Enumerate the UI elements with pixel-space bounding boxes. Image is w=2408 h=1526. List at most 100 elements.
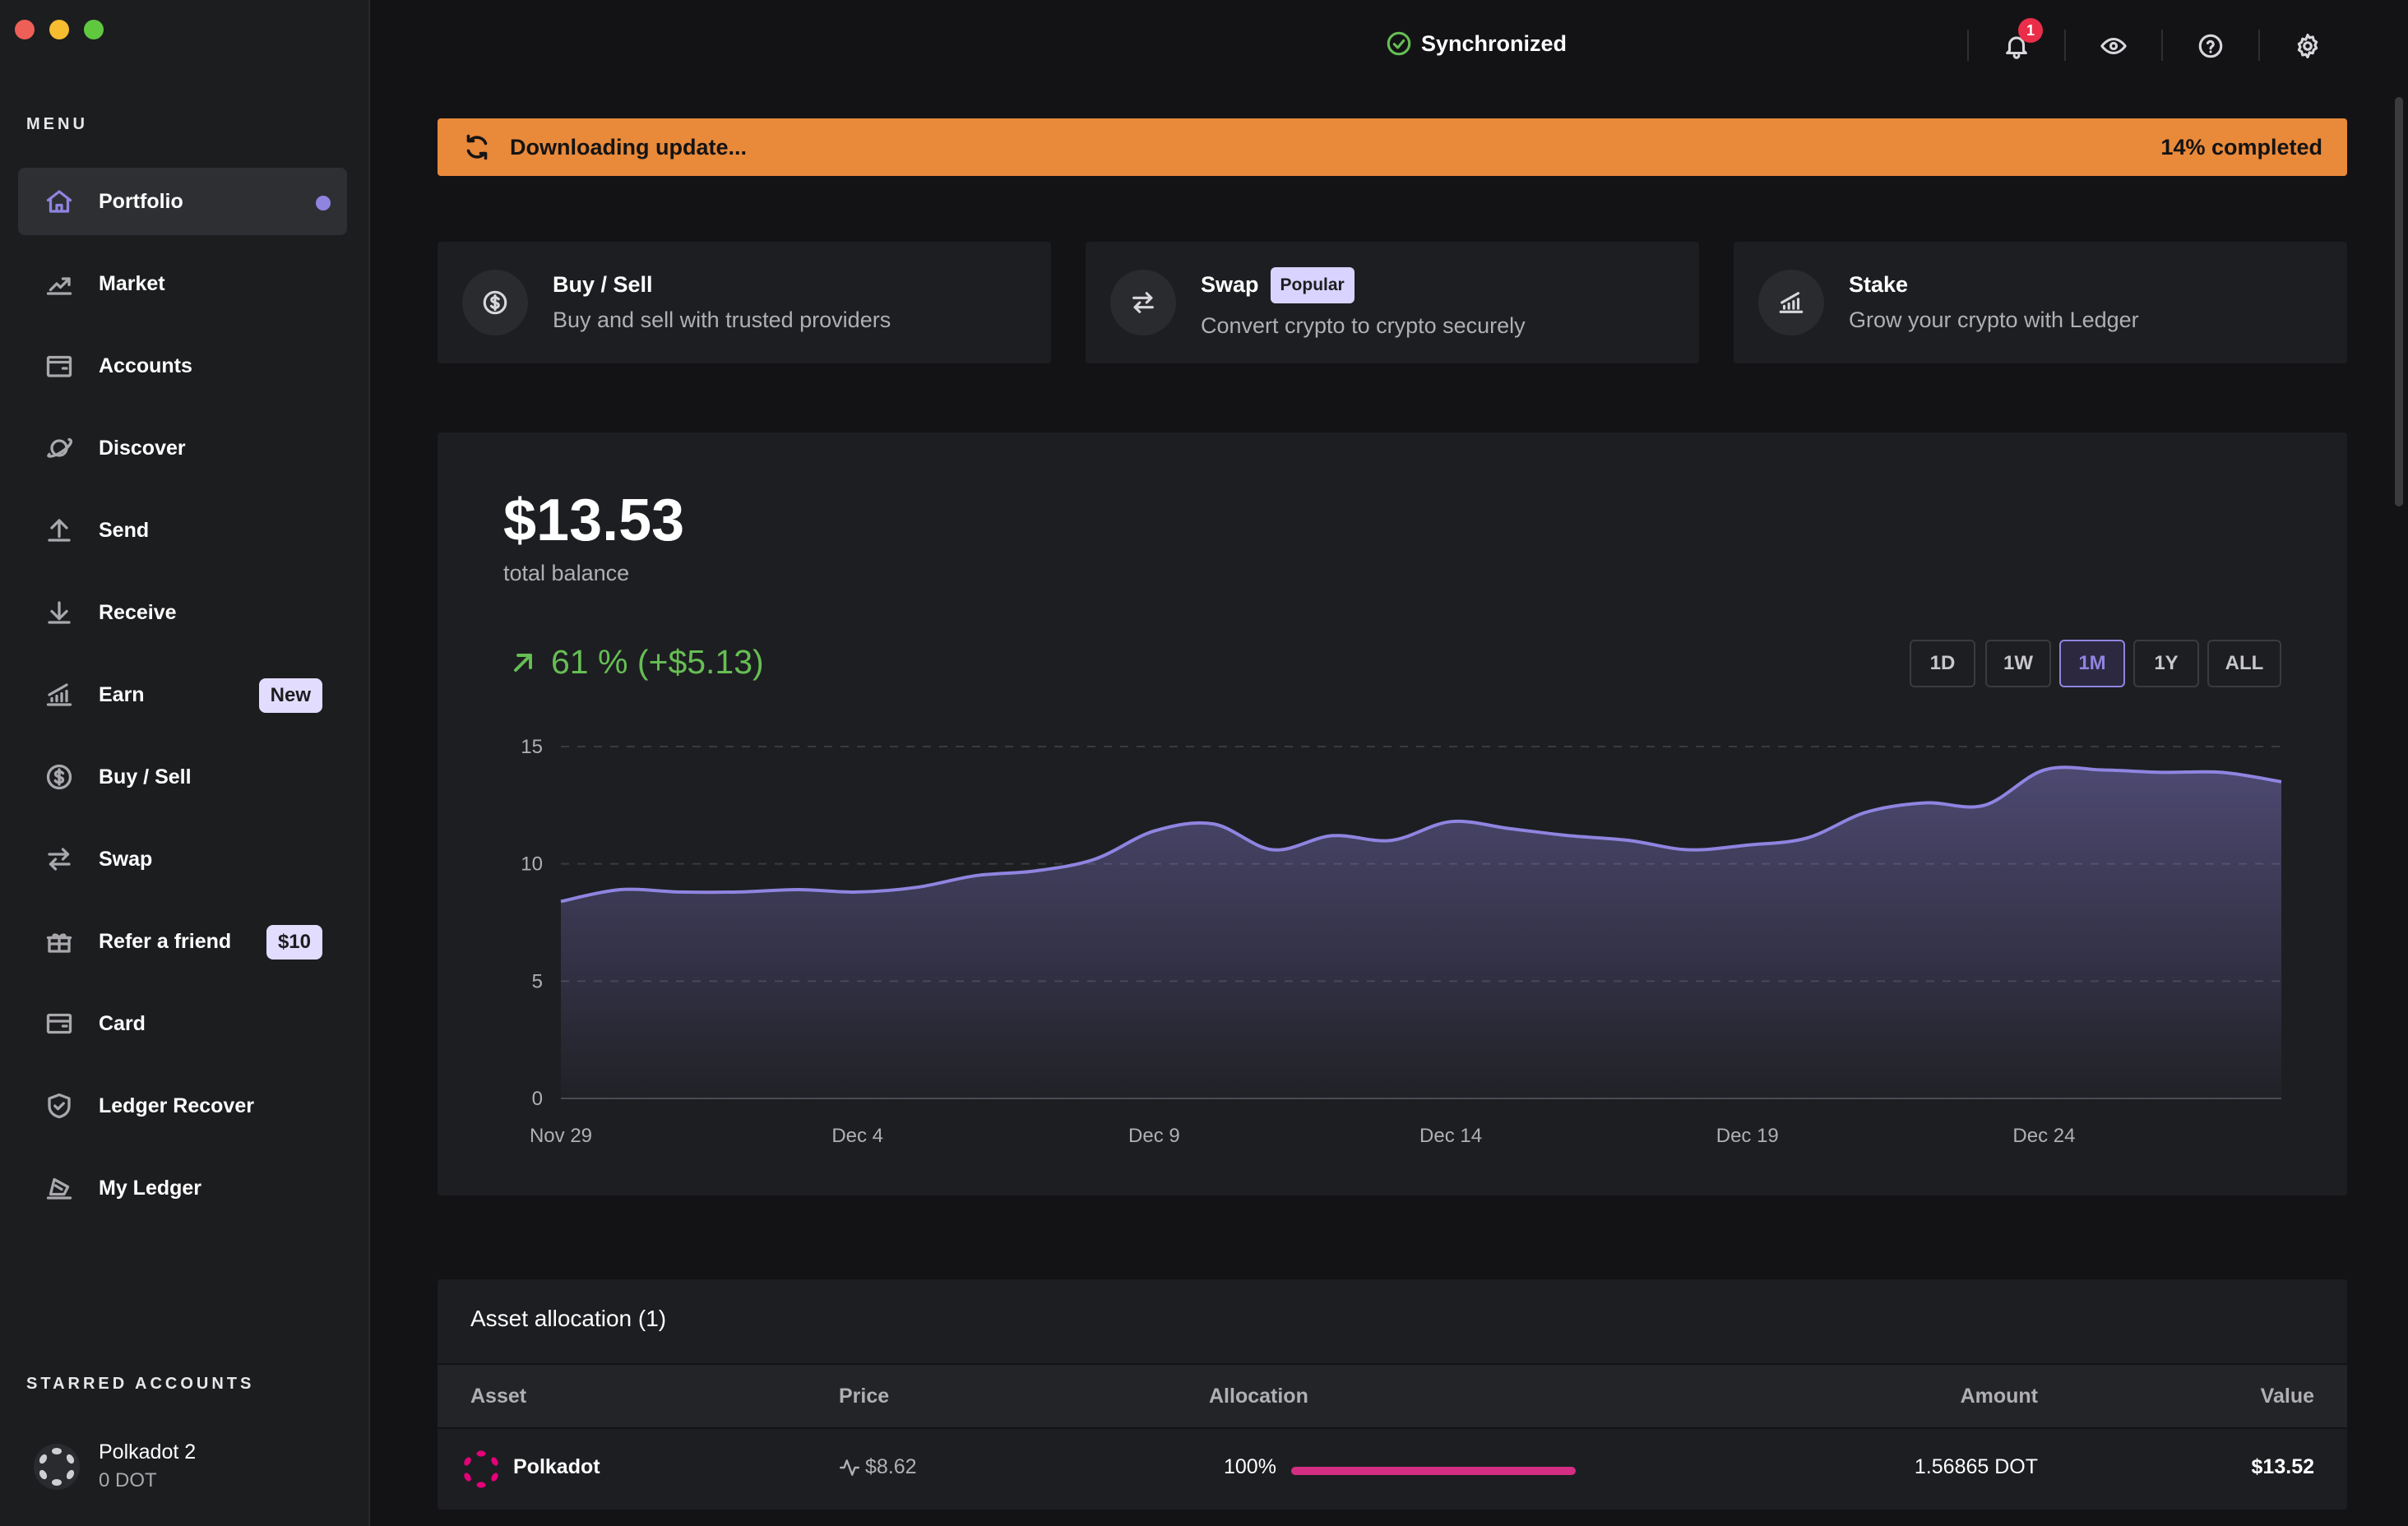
asset-name: Polkadot [513, 1455, 600, 1478]
data-point[interactable] [1802, 833, 1812, 843]
data-point[interactable] [1149, 826, 1159, 836]
data-point[interactable] [615, 885, 625, 895]
column-header-allocation[interactable]: Allocation [1209, 1385, 1308, 1408]
maximize-window-button[interactable] [84, 20, 104, 39]
data-point[interactable] [1268, 845, 1278, 855]
data-point[interactable] [1564, 830, 1574, 840]
data-point[interactable] [1683, 845, 1693, 855]
help-circle-icon [2198, 34, 2223, 58]
sidebar-item-accounts[interactable]: Accounts [18, 332, 347, 400]
column-header-price[interactable]: Price [839, 1385, 889, 1408]
data-point[interactable] [2039, 765, 2049, 775]
data-point[interactable] [971, 871, 981, 881]
sidebar-item-send[interactable]: Send [18, 497, 347, 564]
y-tick-label: 0 [532, 1088, 543, 1110]
table-row[interactable]: Polkadot $8.62 100% 1.56865 DOT $13.52 [438, 1429, 2347, 1510]
data-point[interactable] [1387, 835, 1396, 845]
data-point[interactable] [1623, 835, 1633, 845]
sidebar-item-market[interactable]: Market [18, 250, 347, 317]
sync-status[interactable]: Synchronized [1385, 30, 1567, 58]
wallet-icon [43, 349, 76, 382]
settings-button[interactable] [2291, 30, 2324, 62]
sidebar-item-portfolio[interactable]: Portfolio [18, 168, 347, 235]
sidebar-item-card[interactable]: Card [18, 990, 347, 1057]
data-point[interactable] [674, 887, 684, 897]
upload-icon [43, 514, 76, 547]
swap-icon [1110, 270, 1176, 335]
starred-account-item[interactable]: Polkadot 2 0 DOT [33, 1440, 196, 1492]
sidebar-item-earn[interactable]: Earn New [18, 661, 347, 728]
card-title: Swap [1201, 272, 1259, 297]
sidebar-item-label: Buy / Sell [99, 765, 192, 788]
data-point[interactable] [853, 887, 863, 897]
asset-allocation-percent: 100% [1224, 1455, 1276, 1478]
column-header-amount[interactable]: Amount [1961, 1385, 2038, 1408]
x-tick-label: Dec 19 [1716, 1125, 1779, 1147]
data-point[interactable] [1861, 807, 1871, 817]
sidebar-item-ledger-recover[interactable]: Ledger Recover [18, 1072, 347, 1140]
sidebar-item-label: Refer a friend [99, 929, 232, 953]
planet-icon [43, 432, 76, 465]
help-button[interactable] [2194, 30, 2227, 62]
window-controls [15, 20, 104, 39]
column-header-value[interactable]: Value [2261, 1385, 2314, 1408]
eye-icon [2100, 37, 2127, 55]
topbar-divider [1967, 30, 1969, 61]
sidebar-item-label: Portfolio [99, 189, 183, 213]
data-point[interactable] [1505, 824, 1515, 834]
data-point[interactable] [734, 887, 743, 897]
card-subtitle: Grow your crypto with Ledger [1849, 308, 2139, 332]
data-point[interactable] [2217, 767, 2227, 777]
x-tick-label: Nov 29 [530, 1125, 592, 1147]
swap-card[interactable]: Swap Popular Convert crypto to crypto sec… [1086, 242, 1699, 363]
referral-reward-badge: $10 [266, 925, 322, 960]
data-point[interactable] [1327, 830, 1337, 840]
ledger-device-icon [43, 1172, 76, 1205]
buy-sell-card[interactable]: Buy / Sell Buy and sell with trusted pro… [438, 242, 1051, 363]
refresh-icon [466, 134, 488, 160]
data-point[interactable] [1209, 819, 1219, 829]
sidebar-item-discover[interactable]: Discover [18, 414, 347, 482]
update-message: Downloading update... [510, 134, 747, 160]
sidebar-item-buy-sell[interactable]: Buy / Sell [18, 743, 347, 811]
chart-up-icon [43, 267, 76, 300]
balance-chart: 0 5 10 15 Nov 29 Dec 4 Dec 9 Dec 14 Dec 19 Dec 2… [521, 736, 2286, 1147]
notification-count-badge: 1 [2018, 18, 2043, 43]
y-tick-label: 5 [532, 970, 543, 992]
popular-badge: Popular [1270, 266, 1354, 303]
data-point[interactable] [2099, 765, 2109, 775]
polkadot-icon [464, 1450, 498, 1488]
main-scrollbar[interactable] [2395, 97, 2403, 506]
toggle-amounts-visibility-button[interactable] [2097, 30, 2130, 62]
close-window-button[interactable] [15, 20, 35, 39]
sidebar-item-label: Receive [99, 600, 177, 624]
sidebar-item-refer-a-friend[interactable]: Refer a friend $10 [18, 908, 347, 975]
stake-card[interactable]: Stake Grow your crypto with Ledger [1734, 242, 2347, 363]
data-point[interactable] [1030, 866, 1040, 876]
data-point[interactable] [1446, 816, 1456, 826]
data-point[interactable] [556, 896, 566, 906]
x-tick-label: Dec 24 [2012, 1125, 2075, 1147]
menu-title: MENU [26, 115, 88, 133]
minimize-window-button[interactable] [49, 20, 69, 39]
data-point[interactable] [1980, 800, 1989, 810]
sidebar-item-swap[interactable]: Swap [18, 825, 347, 893]
data-point[interactable] [912, 882, 922, 892]
data-point[interactable] [794, 885, 803, 895]
data-point[interactable] [1920, 798, 1930, 807]
card-subtitle: Convert crypto to crypto securely [1201, 312, 1526, 338]
y-tick-label: 15 [521, 736, 543, 758]
sidebar-item-receive[interactable]: Receive [18, 579, 347, 646]
data-point[interactable] [2276, 777, 2286, 787]
asset-allocation-section: Asset allocation (1) Asset Price Allocat… [438, 1279, 2347, 1510]
dollar-coin-icon [462, 270, 528, 335]
column-header-asset[interactable]: Asset [470, 1385, 526, 1408]
data-point[interactable] [1743, 840, 1753, 850]
active-indicator-dot [316, 196, 331, 210]
data-point[interactable] [2158, 767, 2168, 777]
sync-status-label: Synchronized [1421, 30, 1568, 56]
asset-value: $13.52 [2251, 1455, 2314, 1478]
sidebar-item-my-ledger[interactable]: My Ledger [18, 1154, 347, 1222]
sidebar-item-label: My Ledger [99, 1176, 202, 1200]
data-point[interactable] [1090, 854, 1100, 864]
